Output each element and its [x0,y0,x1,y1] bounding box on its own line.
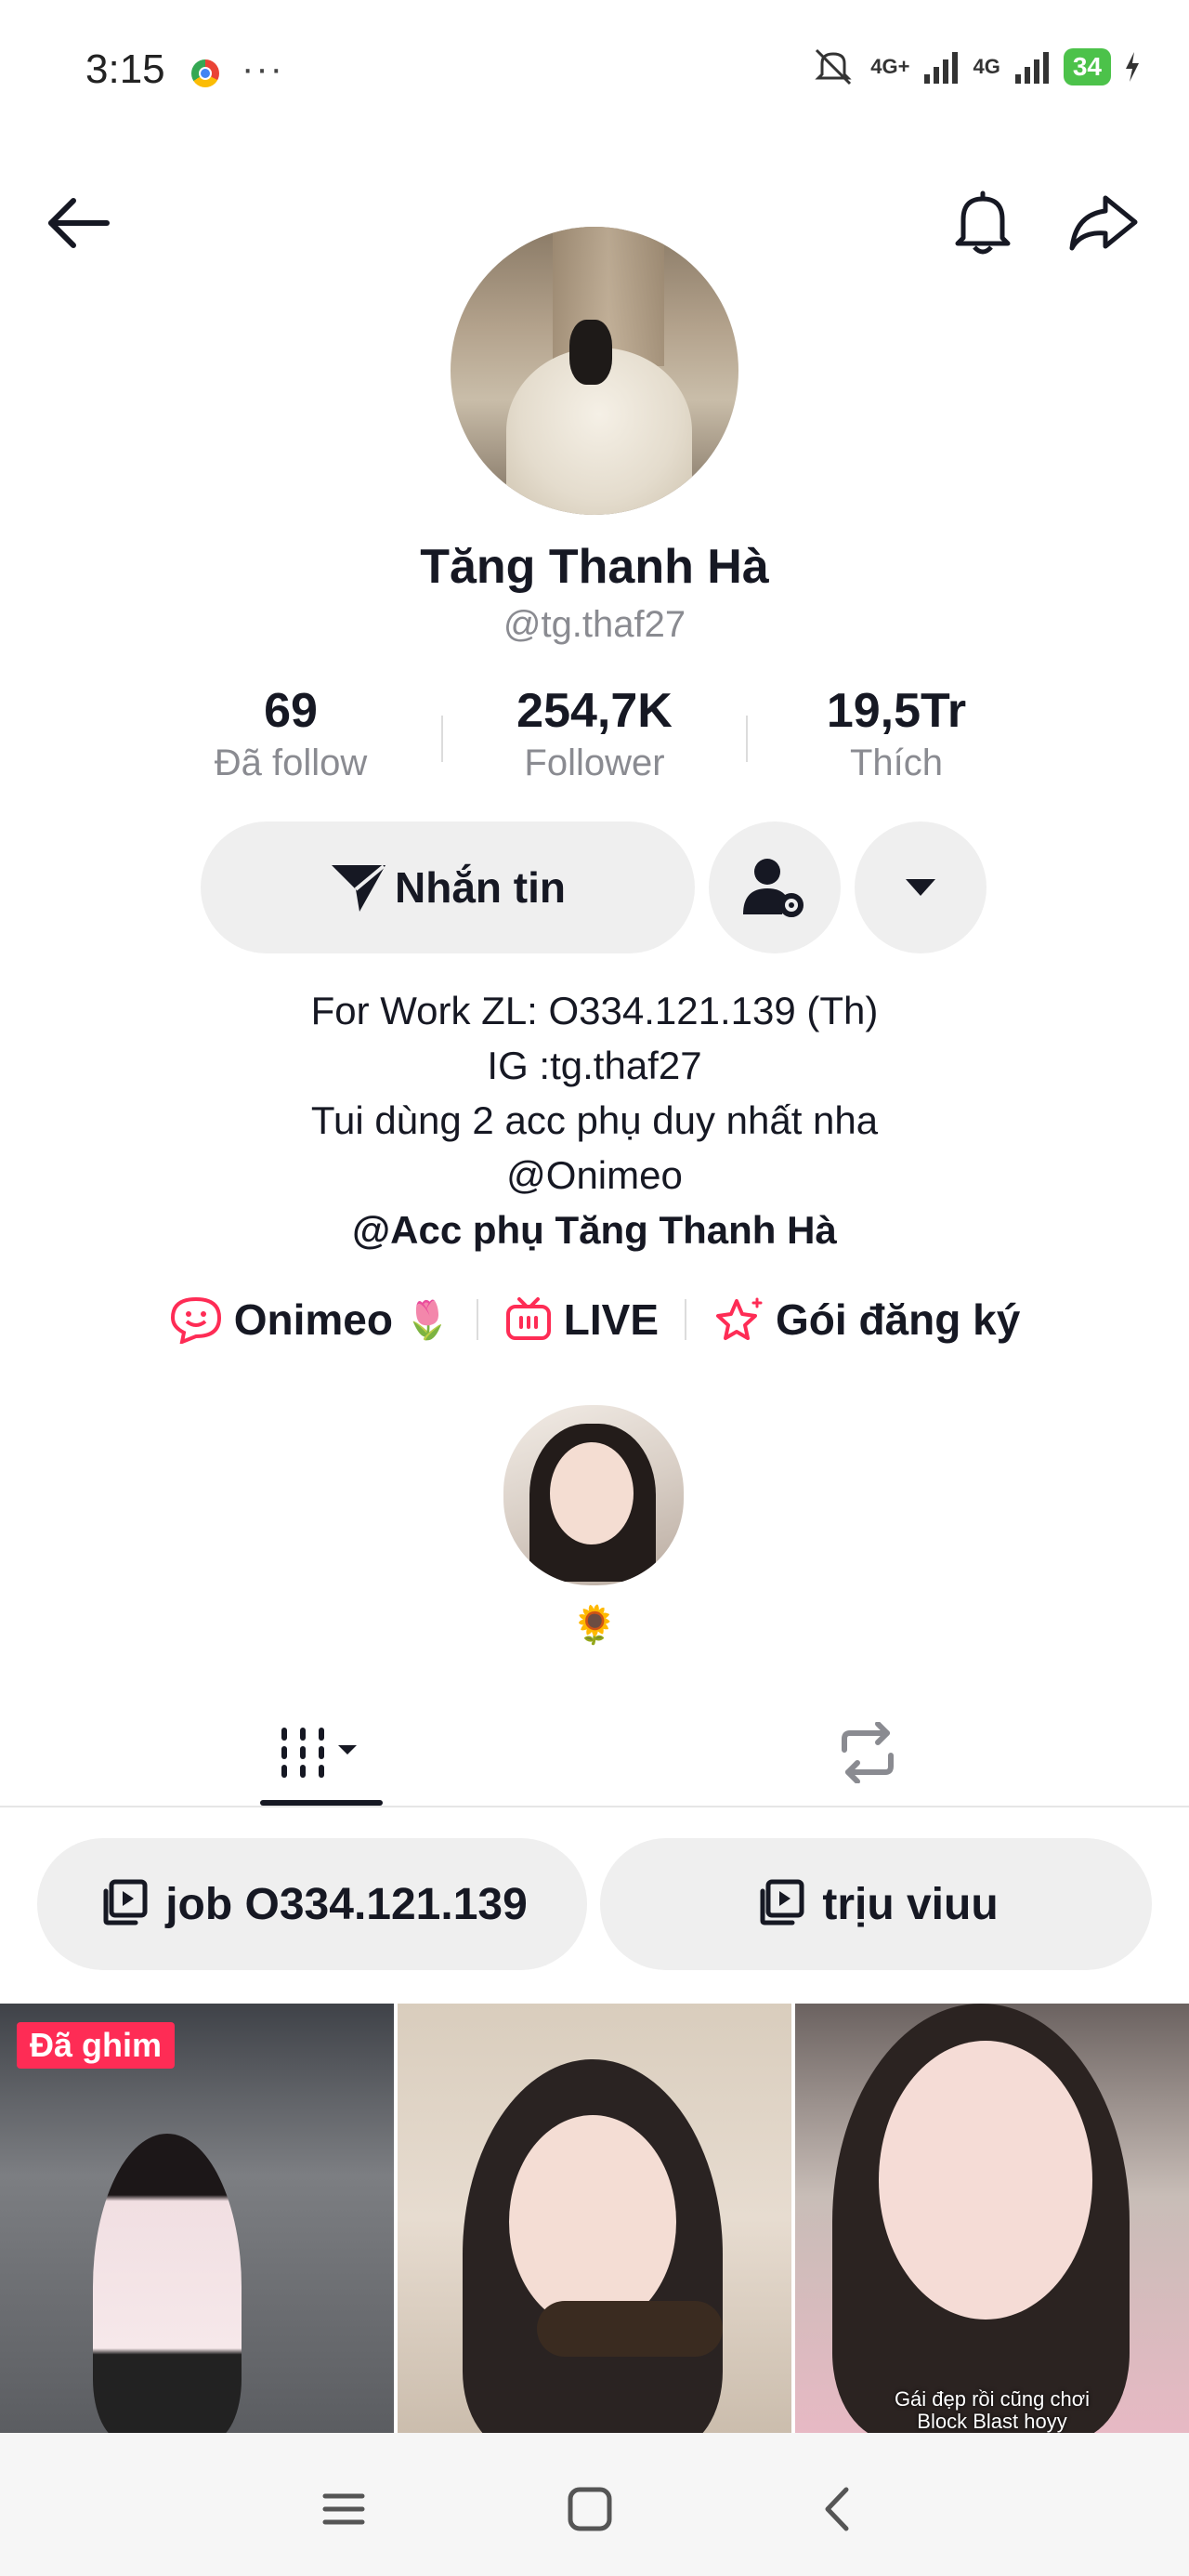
profile-avatar[interactable] [451,227,738,515]
playlist-label: job O334.121.139 [165,1879,528,1929]
profile-links-row: Onimeo 🌷 LIVE Gói đăng ký [0,1295,1189,1345]
signal-icon-2 [1014,52,1049,84]
stat-following-value: 69 [264,684,318,738]
live-link[interactable]: LIVE [504,1295,659,1345]
bio-mention-bold[interactable]: @Acc phụ Tăng Thanh Hà [0,1203,1189,1257]
stat-divider [441,716,443,762]
tv-icon [505,1297,551,1340]
tab-divider [0,1806,1189,1807]
tulip-emoji: 🌷 [403,1299,451,1341]
onimeo-label: Onimeo [233,1295,393,1344]
message-button-label: Nhắn tin [395,863,566,912]
repost-icon [842,1722,894,1783]
playlist-icon [103,1879,148,1925]
links-divider [685,1299,687,1340]
stat-likes[interactable]: 19,5Tr Thích [776,683,1017,784]
charging-icon [1126,52,1139,82]
playlist-chip[interactable]: job O334.121.139 [37,1838,587,1970]
subscription-label: Gói đăng ký [776,1295,1021,1344]
stat-divider [746,716,748,762]
caret-down-icon [906,879,935,896]
profile-handle: @tg.thaf27 [503,604,686,645]
live-label: LIVE [563,1295,660,1344]
chrome-icon [191,59,219,87]
video-caption: Gái đẹp rồi cũng chơi Block Blast hoyy [795,2388,1189,2433]
mute-icon [815,48,852,85]
chat-smile-icon [170,1296,221,1344]
profile-name: Tăng Thanh Hà [420,540,769,594]
tab-reposts[interactable] [775,1706,960,1799]
profile-bio: For Work ZL: O334.121.139 (Th) IG :tg.th… [0,983,1189,1257]
video-caption-line: Gái đẹp rồi cũng chơi [894,2387,1091,2411]
bio-line: IG :tg.thaf27 [487,1044,702,1087]
bio-line: Tui dùng 2 acc phụ duy nhất nha [310,1098,879,1142]
star-sparkle-icon [716,1297,763,1340]
system-back-button[interactable] [799,2472,873,2546]
stat-likes-label: Thích [849,743,944,783]
battery-indicator: 34 [1063,48,1111,85]
video-thumbnail[interactable] [398,2004,791,2433]
bio-mention[interactable]: @Onimeo [0,1148,1189,1203]
bio-line: For Work ZL: O334.121.139 (Th) [310,989,879,1032]
bell-icon [955,191,1011,255]
playlist-chip[interactable]: trịu viuu [600,1838,1152,1970]
notification-button[interactable] [946,186,1020,260]
more-dropdown-button[interactable] [855,821,986,953]
chevron-left-icon [825,2487,849,2531]
send-icon [332,864,385,912]
status-right-group: 4G+ 4G 34 [809,46,1141,87]
follow-settings-button[interactable] [709,821,841,953]
recent-apps-button[interactable] [307,2472,381,2546]
menu-lines-icon [322,2493,365,2525]
sunflower-emoji: 🌻 [571,1605,618,1646]
stat-following[interactable]: 69 Đã follow [170,683,412,784]
signal-icon-1 [924,52,959,84]
stat-followers-label: Follower [524,743,665,783]
tab-videos[interactable] [230,1706,416,1799]
onimeo-link[interactable]: Onimeo 🌷 [169,1295,451,1345]
links-divider [476,1299,478,1340]
message-button[interactable]: Nhắn tin [201,821,695,953]
playlist-icon [760,1879,804,1925]
featured-avatar[interactable] [503,1405,684,1585]
pinned-badge: Đã ghim [17,2022,176,2069]
stat-following-label: Đã follow [214,743,368,783]
status-more-icon: ··· [242,48,284,89]
user-settings-icon [743,859,804,917]
back-button[interactable] [41,186,115,260]
stat-followers[interactable]: 254,7K Follower [474,683,715,784]
video-caption-line: Block Blast hoyy [917,2410,1067,2433]
status-time: 3:15 [85,46,165,92]
video-thumbnail[interactable] [795,2004,1189,2433]
stat-likes-value: 19,5Tr [826,684,967,738]
subscription-link[interactable]: Gói đăng ký [712,1295,1020,1345]
stat-followers-value: 254,7K [516,684,673,738]
playlist-label: trịu viuu [822,1879,999,1929]
arrow-left-icon [48,198,110,248]
grid-icon [281,1728,357,1778]
share-arrow-icon [1069,195,1138,251]
home-button[interactable] [553,2472,627,2546]
share-button[interactable] [1066,186,1141,260]
square-icon [568,2487,612,2531]
network-label-2: 4G [973,55,1000,78]
network-label-1: 4G+ [870,55,910,78]
